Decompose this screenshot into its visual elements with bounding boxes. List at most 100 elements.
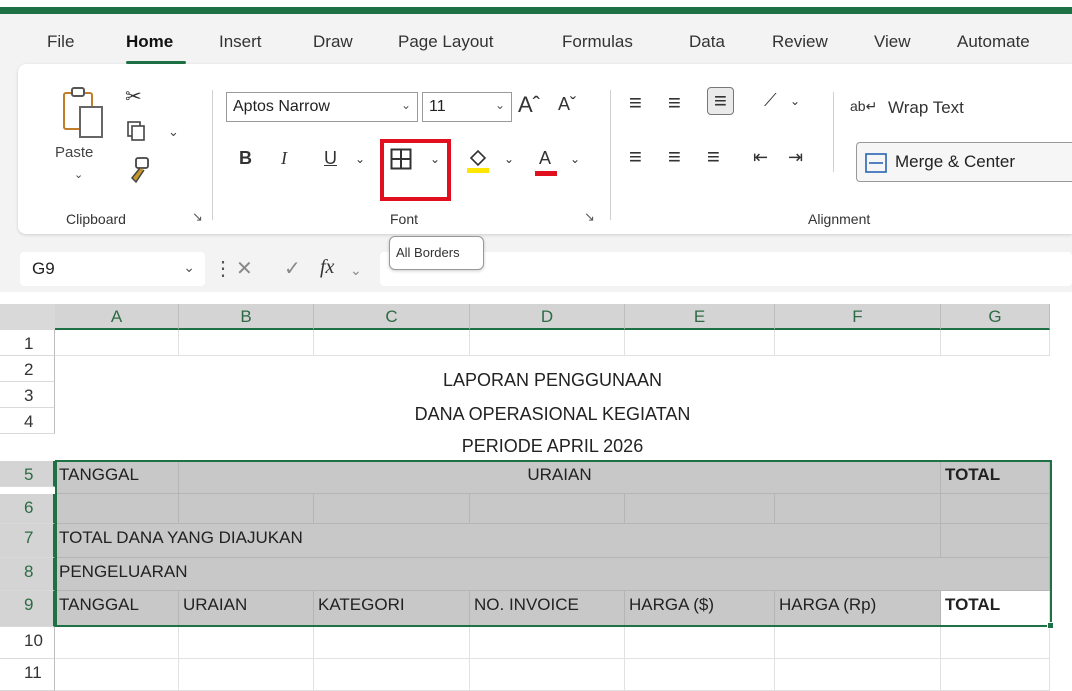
cell[interactable] bbox=[625, 627, 775, 659]
cell[interactable] bbox=[941, 627, 1050, 659]
cell[interactable] bbox=[625, 330, 775, 356]
report-title-1[interactable]: LAPORAN PENGGUNAAN bbox=[55, 370, 1050, 391]
tab-page-layout[interactable]: Page Layout bbox=[398, 32, 493, 52]
tab-insert[interactable]: Insert bbox=[219, 32, 262, 52]
underline-dropdown-icon[interactable]: ⌄ bbox=[355, 152, 365, 166]
row-header[interactable]: 8 bbox=[0, 558, 55, 591]
paste-label[interactable]: Paste bbox=[55, 144, 93, 161]
column-header-e[interactable]: E bbox=[625, 304, 775, 330]
fill-color-icon[interactable] bbox=[465, 146, 491, 174]
clipboard-group-label: Clipboard bbox=[66, 211, 126, 227]
row-header[interactable]: 4 bbox=[0, 408, 55, 434]
cell[interactable] bbox=[55, 627, 179, 659]
cell[interactable] bbox=[775, 627, 941, 659]
report-title-3[interactable]: PERIODE APRIL 2026 bbox=[55, 436, 1050, 457]
insert-function-button[interactable]: fx bbox=[320, 256, 334, 279]
column-header-b[interactable]: B bbox=[179, 304, 314, 330]
increase-indent-icon[interactable]: ⇥ bbox=[788, 147, 803, 168]
column-header-f[interactable]: F bbox=[775, 304, 941, 330]
select-all-corner[interactable] bbox=[0, 304, 55, 330]
paste-button[interactable] bbox=[58, 80, 108, 144]
underline-button[interactable]: U bbox=[324, 148, 337, 169]
cell[interactable] bbox=[179, 659, 314, 691]
fill-handle[interactable] bbox=[1047, 622, 1054, 629]
tab-automate[interactable]: Automate bbox=[957, 32, 1030, 52]
font-color-button[interactable]: A bbox=[539, 148, 551, 169]
wrap-text-button[interactable]: Wrap Text bbox=[888, 98, 964, 118]
paste-dropdown-icon[interactable]: ⌄ bbox=[74, 168, 83, 181]
fill-color-dropdown-icon[interactable]: ⌄ bbox=[504, 152, 514, 166]
more-icon: ⋮ bbox=[213, 258, 233, 280]
decrease-indent-icon[interactable]: ⇤ bbox=[753, 147, 768, 168]
tab-home[interactable]: Home bbox=[126, 32, 173, 52]
cut-icon[interactable]: ✂ bbox=[125, 84, 142, 109]
copy-icon[interactable] bbox=[126, 120, 146, 142]
cell[interactable] bbox=[470, 627, 625, 659]
cell[interactable] bbox=[470, 659, 625, 691]
column-header-d[interactable]: D bbox=[470, 304, 625, 330]
cell[interactable] bbox=[314, 627, 470, 659]
cell[interactable] bbox=[179, 627, 314, 659]
cell[interactable] bbox=[625, 659, 775, 691]
tab-view[interactable]: View bbox=[874, 32, 911, 52]
decrease-font-size-button[interactable]: Aˇ bbox=[558, 94, 576, 115]
cell[interactable] bbox=[775, 659, 941, 691]
row-header[interactable]: 5 bbox=[0, 461, 55, 487]
cancel-icon[interactable]: ✕ bbox=[236, 256, 253, 281]
row-header[interactable]: 3 bbox=[0, 382, 55, 408]
font-name-select[interactable]: Aptos Narrow ⌄ bbox=[226, 92, 418, 122]
orientation-icon[interactable]: ⟋ bbox=[764, 90, 777, 111]
cell[interactable] bbox=[179, 330, 314, 356]
row-header[interactable]: 2 bbox=[0, 356, 55, 382]
font-size-value: 11 bbox=[429, 98, 446, 115]
cell[interactable] bbox=[775, 330, 941, 356]
orientation-dropdown-icon[interactable]: ⌄ bbox=[790, 94, 800, 108]
row-header[interactable]: 9 bbox=[0, 591, 55, 627]
selection-border bbox=[55, 460, 1052, 627]
column-header-c[interactable]: C bbox=[314, 304, 470, 330]
row-header[interactable]: 1 bbox=[0, 330, 55, 356]
copy-dropdown-icon[interactable]: ⌄ bbox=[168, 124, 179, 140]
cell[interactable] bbox=[314, 330, 470, 356]
merge-center-button[interactable]: Merge & Center bbox=[856, 142, 1072, 182]
tab-draw[interactable]: Draw bbox=[313, 32, 353, 52]
increase-font-size-button[interactable]: Aˆ bbox=[518, 92, 540, 118]
align-bottom-icon[interactable]: ≡ bbox=[707, 87, 734, 115]
align-top-icon[interactable]: ≡ bbox=[629, 90, 642, 116]
cell[interactable] bbox=[470, 330, 625, 356]
align-center-icon[interactable]: ≡ bbox=[668, 144, 681, 170]
font-group-label: Font bbox=[390, 211, 419, 227]
align-left-icon[interactable]: ≡ bbox=[629, 144, 642, 170]
font-launcher-icon[interactable]: ↘ bbox=[584, 209, 595, 225]
enter-icon[interactable]: ✓ bbox=[284, 256, 301, 281]
cell[interactable] bbox=[55, 659, 179, 691]
chevron-down-icon[interactable]: ⌄ bbox=[350, 262, 362, 279]
align-right-icon[interactable]: ≡ bbox=[707, 144, 720, 170]
italic-button[interactable]: I bbox=[281, 148, 287, 169]
font-color-dropdown-icon[interactable]: ⌄ bbox=[570, 152, 580, 166]
column-header-g[interactable]: G bbox=[941, 304, 1050, 330]
cell[interactable] bbox=[941, 659, 1050, 691]
cell[interactable] bbox=[941, 330, 1050, 356]
ribbon-tabs: File Home Insert Draw Page Layout Formul… bbox=[0, 14, 1072, 64]
wrap-text-icon[interactable]: ab↵ bbox=[850, 98, 877, 115]
format-painter-icon[interactable] bbox=[126, 156, 152, 184]
font-size-select[interactable]: 11 ⌄ bbox=[422, 92, 512, 122]
paste-icon bbox=[63, 87, 103, 138]
clipboard-launcher-icon[interactable]: ↘ bbox=[192, 209, 203, 225]
column-header-a[interactable]: A bbox=[55, 304, 179, 330]
tab-review[interactable]: Review bbox=[772, 32, 828, 52]
row-header[interactable]: 10 bbox=[0, 627, 55, 659]
cell[interactable] bbox=[55, 330, 179, 356]
row-header[interactable]: 7 bbox=[0, 524, 55, 558]
name-box[interactable]: G9 ⌄ bbox=[20, 252, 205, 286]
cell[interactable] bbox=[314, 659, 470, 691]
report-title-2[interactable]: DANA OPERASIONAL KEGIATAN bbox=[55, 404, 1050, 425]
tab-data[interactable]: Data bbox=[689, 32, 725, 52]
bold-button[interactable]: B bbox=[239, 148, 252, 169]
row-header[interactable]: 6 bbox=[0, 494, 55, 524]
tab-file[interactable]: File bbox=[47, 32, 74, 52]
tab-formulas[interactable]: Formulas bbox=[562, 32, 633, 52]
row-header[interactable]: 11 bbox=[0, 659, 55, 691]
align-middle-icon[interactable]: ≡ bbox=[668, 90, 681, 116]
